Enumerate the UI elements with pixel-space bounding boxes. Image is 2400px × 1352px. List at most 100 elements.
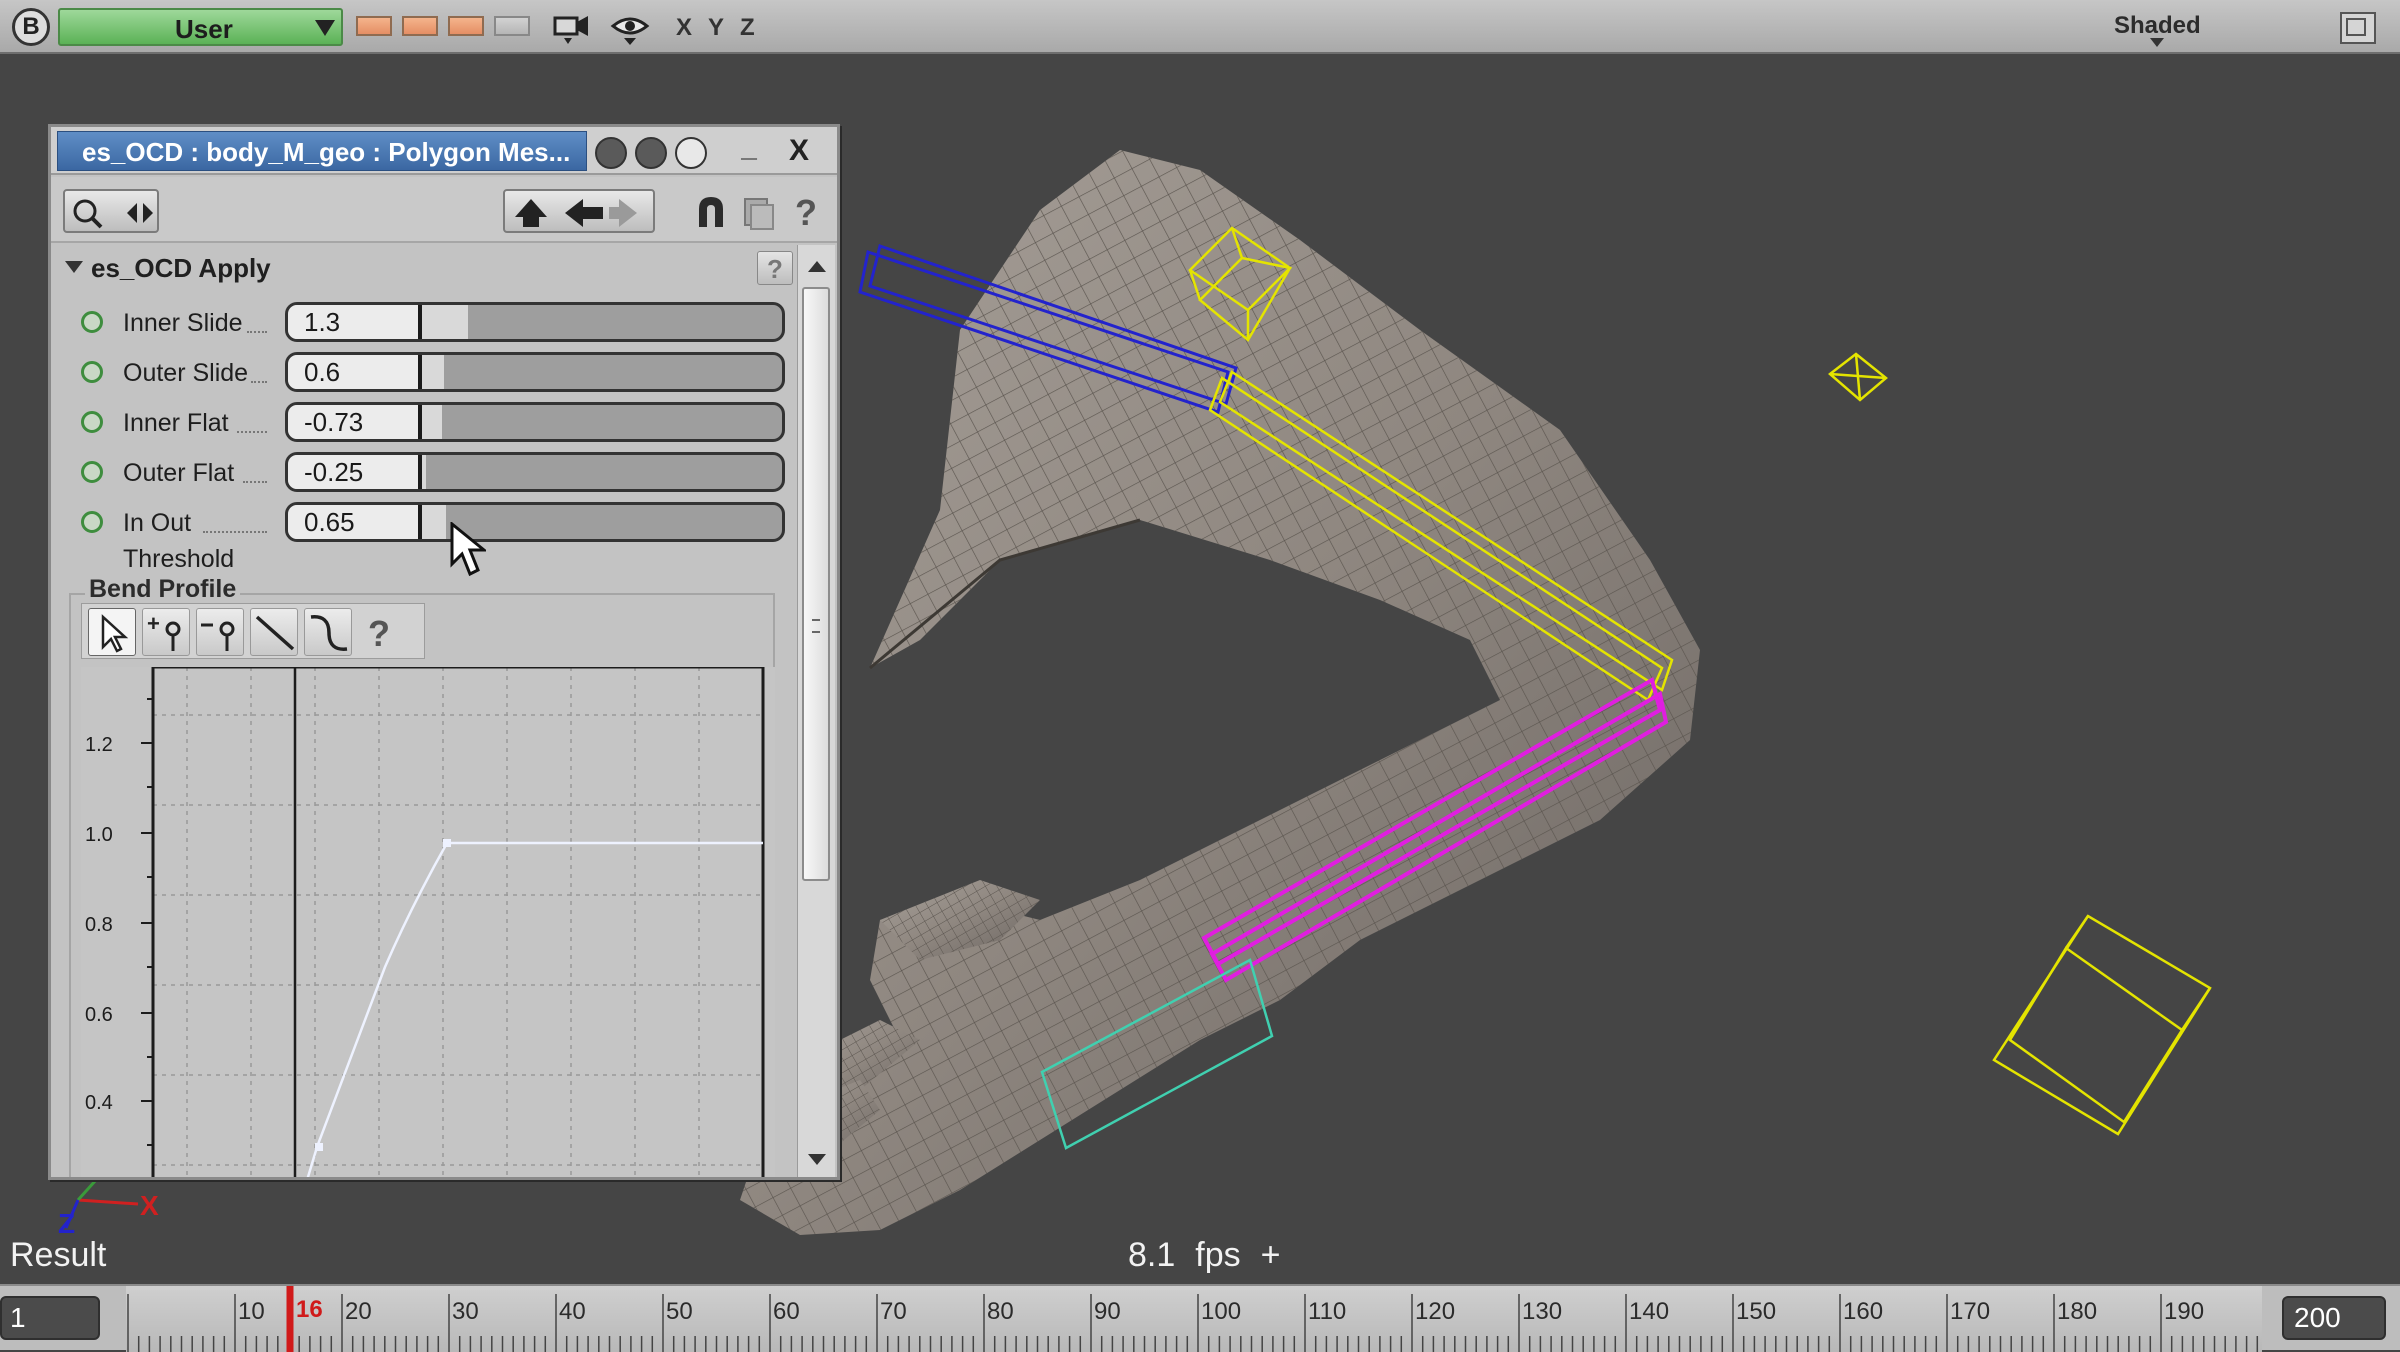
label-leader [251, 381, 267, 383]
axis-x-button[interactable]: X [676, 14, 692, 42]
collapse-arrow-icon[interactable] [65, 261, 83, 273]
timeline-frame-label: 70 [880, 1298, 907, 1325]
curve-key-point[interactable] [315, 1143, 323, 1151]
copy-icon[interactable] [739, 193, 779, 233]
panel-title-highlight: es_OCD : body_M_geo : Polygon Mes... [57, 131, 587, 171]
app-logo-button[interactable]: B [12, 8, 50, 46]
memo-camera-2-button[interactable] [402, 16, 438, 36]
animation-led-icon[interactable] [81, 461, 103, 483]
spline-tangent-icon[interactable] [304, 608, 352, 656]
refresh-icon[interactable] [635, 137, 667, 169]
timeline-track[interactable]: 10 20 30 40 50 60 70 80 90 100 110 120 130 140 150 160 1… [126, 1286, 2262, 1352]
linear-tangent-icon[interactable] [250, 608, 298, 656]
current-frame-label: 16 [296, 1296, 323, 1323]
info-icon[interactable] [675, 137, 707, 169]
select-arrow-icon[interactable] [88, 608, 136, 656]
close-button[interactable]: X [777, 131, 821, 171]
label-leader [247, 331, 267, 333]
param-slider[interactable]: -0.25 [285, 452, 785, 492]
timeline-frame-label: 110 [1308, 1298, 1347, 1325]
remove-key-icon[interactable] [196, 608, 244, 656]
view-menu-label: User [175, 14, 233, 44]
timeline-frame-label: 130 [1522, 1298, 1563, 1325]
label-leader [237, 431, 267, 433]
timeline-end-input[interactable]: 200 [2282, 1296, 2386, 1340]
panel-title-bar[interactable]: es_OCD : body_M_geo : Polygon Mes... _ X [51, 127, 837, 175]
param-slider[interactable]: -0.73 [285, 402, 785, 442]
animation-led-icon[interactable] [81, 311, 103, 333]
y-tick-label: 0.8 [85, 914, 113, 936]
eye-icon[interactable] [610, 10, 650, 46]
fps-value: 8.1 [1128, 1236, 1176, 1274]
timeline-frame-label: 80 [987, 1298, 1014, 1325]
memo-camera-4-button[interactable] [494, 16, 530, 36]
y-tick-label: 1.2 [85, 734, 113, 756]
minimize-button[interactable]: _ [731, 131, 767, 171]
timeline-frame-label: 100 [1201, 1298, 1242, 1325]
memo-camera-1-button[interactable] [356, 16, 392, 36]
fcurve-toolbar: + ? [81, 603, 425, 659]
animation-led-icon[interactable] [81, 411, 103, 433]
axis-y-button[interactable]: Y [708, 14, 724, 42]
animation-led-icon[interactable] [81, 361, 103, 383]
key-icon[interactable] [65, 191, 161, 235]
arm-mesh [740, 150, 1700, 1235]
bend-profile-graph[interactable]: 1.2 1.0 0.8 0.6 0.4 [81, 667, 775, 1177]
chevron-down-icon [315, 20, 335, 36]
curve-key-point[interactable] [443, 839, 451, 847]
help-icon[interactable]: ? [787, 191, 827, 233]
animation-led-icon[interactable] [81, 511, 103, 533]
scroll-down-icon[interactable] [808, 1154, 826, 1165]
grip-icon [812, 619, 820, 633]
param-value-input[interactable]: 0.6 [288, 355, 422, 389]
axis-z-button[interactable]: Z [740, 14, 755, 42]
param-slider[interactable]: 0.65 [285, 502, 785, 542]
camera-icon[interactable] [552, 10, 592, 46]
param-value-input[interactable]: 1.3 [288, 305, 422, 339]
section-header-es-ocd-apply[interactable]: es_OCD Apply [91, 253, 271, 284]
param-slider[interactable]: 0.6 [285, 352, 785, 392]
scrollbar-thumb[interactable] [802, 287, 830, 881]
timeline-frame-label: 180 [2057, 1298, 2098, 1325]
param-value-input[interactable]: 0.65 [288, 505, 422, 539]
locator-small [1828, 352, 1888, 402]
param-in-out-threshold: In Out Threshold 0.65 [51, 497, 837, 573]
panel-scrollbar[interactable] [797, 245, 835, 1177]
param-label: Outer Slide [123, 359, 249, 387]
maximize-viewport-button[interactable] [2340, 12, 2376, 44]
timeline-frame-label: 170 [1950, 1298, 1991, 1325]
viewport-toolbar: B User X Y Z Shaded [0, 0, 2400, 54]
y-tick-label: 1.0 [85, 824, 113, 846]
param-value-input[interactable]: -0.25 [288, 455, 422, 489]
timeline-frame-label: 90 [1094, 1298, 1121, 1325]
bend-profile-help: ? [368, 613, 390, 654]
view-menu-dropdown[interactable]: User [58, 8, 343, 46]
timeline-frame-label: 30 [452, 1298, 479, 1325]
section-help-button[interactable]: ? [757, 251, 793, 285]
fps-readout: 8.1 fps + [1128, 1236, 1300, 1275]
param-slider[interactable]: 1.3 [285, 302, 785, 342]
timeline-frame-label: 150 [1736, 1298, 1777, 1325]
param-inner-slide: Inner Slide 1.3 [51, 297, 837, 347]
label-leader [203, 531, 267, 533]
magnet-icon[interactable] [691, 193, 731, 233]
display-mode-menu[interactable]: Shaded [2114, 12, 2201, 40]
slider-fill [422, 505, 446, 539]
add-key-icon[interactable]: + [142, 608, 190, 656]
axis-x-label: X [140, 1190, 159, 1221]
timeline-ticks [127, 1286, 2259, 1352]
navigate-arrows-icon[interactable] [505, 191, 657, 235]
slider-fill [422, 455, 426, 489]
timeline-frame-label: 40 [559, 1298, 586, 1325]
help-icon[interactable]: ? [358, 608, 406, 656]
timeline-frame-label: 140 [1629, 1298, 1670, 1325]
timeline-frame-label: 20 [345, 1298, 372, 1325]
param-value-input[interactable]: -0.73 [288, 405, 422, 439]
panel-toolbar: ? [51, 177, 837, 243]
scroll-up-icon[interactable] [808, 261, 826, 272]
lock-icon[interactable] [595, 137, 627, 169]
timeline-start-input[interactable]: 1 [0, 1296, 100, 1340]
param-outer-slide: Outer Slide 0.6 [51, 347, 837, 397]
slider-fill [422, 405, 442, 439]
memo-camera-3-button[interactable] [448, 16, 484, 36]
